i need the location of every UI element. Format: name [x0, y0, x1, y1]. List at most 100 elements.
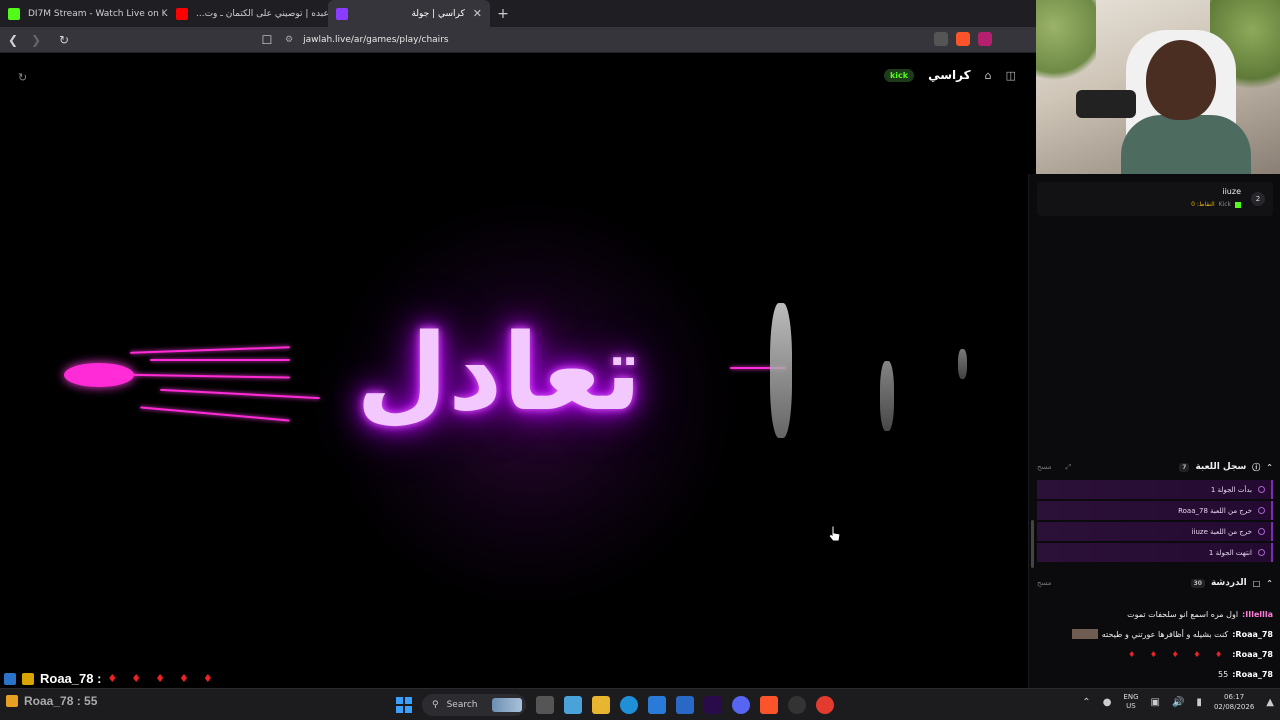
kick-badge: kick: [883, 68, 915, 82]
chat-username[interactable]: Roaa_78:: [1232, 630, 1273, 639]
overlay-hearts: ♦♦♦♦♦: [107, 672, 227, 685]
brave-rewards-icon[interactable]: [978, 32, 992, 46]
overlay-username: Roaa_78 :: [40, 671, 102, 686]
player-rank: 2: [1251, 192, 1265, 206]
new-tab-button[interactable]: +: [490, 6, 516, 22]
log-item: iiuze خرج من اللعبة: [1037, 522, 1273, 541]
forward-icon[interactable]: ❯: [26, 33, 46, 47]
player-points: النقاط: 0: [1191, 201, 1215, 208]
obs-icon[interactable]: [788, 696, 806, 714]
chat-message: Roaa_78: 55: [1037, 664, 1273, 684]
translate-icon[interactable]: [934, 32, 948, 46]
pink-streak: [130, 346, 290, 354]
chevron-up-icon[interactable]: ⌃: [1266, 463, 1273, 472]
battery-icon[interactable]: ▮: [1196, 697, 1202, 708]
chat-clear-button[interactable]: مسح: [1037, 579, 1052, 587]
chat-message: IIlellla: اول مره اسمع انو سلحفات تموت: [1037, 604, 1273, 624]
tab-youtube-song[interactable]: محمد عبده | توصيني على الكتمان ـ وت...: [168, 0, 328, 27]
log-dot-icon: [1258, 549, 1265, 556]
edge-icon[interactable]: [620, 696, 638, 714]
premiere-icon[interactable]: [704, 696, 722, 714]
chat-username[interactable]: Roaa_78:: [1232, 670, 1273, 679]
sub-badge-icon: [4, 672, 16, 685]
address-bar: ❮ ❯ ↻ ☐ ⚙ jawlah.live/ar/games/play/chai…: [0, 27, 1036, 53]
log-item: Roaa_78 خرج من اللعبة: [1037, 501, 1273, 520]
jawlah-favicon-icon: [336, 7, 348, 20]
webcam-feed: [1036, 0, 1280, 174]
chat-message: Roaa_78: كنت بشيله و أظافرها عورتني و طي…: [1037, 624, 1273, 644]
game-title: كراسي: [928, 68, 971, 82]
youtube-favicon-icon: [176, 7, 188, 20]
back-icon[interactable]: ❮: [3, 33, 23, 47]
chevron-up-icon[interactable]: ⌃: [1266, 579, 1273, 588]
notification-icon[interactable]: ▲: [1266, 697, 1274, 708]
pink-streak: [109, 373, 291, 379]
browser-tab-bar: DI7M Stream - Watch Live on Kick محمد عب…: [0, 0, 1036, 27]
bookmark-icon[interactable]: ☐: [257, 33, 277, 47]
kick-favicon-icon: [8, 7, 20, 20]
microphone-icon[interactable]: ●: [1103, 697, 1112, 708]
streamer-head-shape: [1146, 40, 1216, 120]
chat-count: 30: [1190, 578, 1205, 588]
tab-kick-stream[interactable]: DI7M Stream - Watch Live on Kick: [0, 0, 168, 27]
smoke-shape: [880, 361, 894, 431]
game-log-clear-button[interactable]: مسح: [1037, 463, 1052, 472]
chat-title: الدردشة: [1210, 578, 1247, 588]
outlook-icon[interactable]: [676, 696, 694, 714]
sidebar-toggle-icon[interactable]: ◫: [1006, 69, 1016, 82]
crown-badge-icon: [22, 672, 34, 685]
copilot-icon[interactable]: [564, 696, 582, 714]
taskbar-apps: ⚲ Search: [396, 694, 834, 716]
chat-header[interactable]: مسح 30 الدردشة □ ⌃: [1037, 576, 1273, 590]
weather-icon[interactable]: [6, 695, 18, 707]
game-side-panel: 2 iiuze النقاط: 0 Kick مسح ⤢ 7 سجل اللعب…: [1028, 174, 1280, 688]
pink-streak: [150, 359, 290, 361]
taskbar-overlay-text: Roaa_78 : 55: [24, 694, 98, 708]
brave-icon[interactable]: [760, 696, 778, 714]
store-icon[interactable]: [648, 696, 666, 714]
file-explorer-icon[interactable]: [592, 696, 610, 714]
taskbar-search[interactable]: ⚲ Search: [422, 694, 526, 716]
volume-icon[interactable]: 🔊: [1172, 697, 1184, 708]
url-field[interactable]: ⚙ jawlah.live/ar/games/play/chairs: [285, 32, 449, 48]
kick-icon: [1235, 201, 1241, 208]
reload-icon[interactable]: ↻: [54, 33, 74, 47]
panel-scrollbar[interactable]: [1031, 520, 1034, 568]
tab-title: كراسي | جولة: [411, 8, 465, 19]
chat-text: اول مره اسمع انو سلحفات تموت: [1127, 609, 1239, 619]
system-tray: ⌃ ● ENG US ▣ 🔊 ▮ 06:17 02/08/2026 ▲: [1082, 692, 1274, 712]
game-header: kick كراسي ⌂ ◫: [883, 68, 1016, 82]
log-dot-icon: [1258, 486, 1265, 493]
home-icon[interactable]: ⌂: [985, 69, 992, 82]
windows-taskbar: Roaa_78 : 55 ⚲ Search ⌃ ● ENG US ▣ 🔊 ▮ 0…: [0, 688, 1280, 720]
tab-title: محمد عبده | توصيني على الكتمان ـ وت...: [196, 8, 328, 19]
chat-text: 55: [1218, 669, 1229, 679]
discord-icon[interactable]: [732, 696, 750, 714]
chat-message: Roaa_78: ♦ ♦ ♦ ♦ ♦: [1037, 644, 1273, 664]
task-view-icon[interactable]: [536, 696, 554, 714]
player-card[interactable]: 2 iiuze النقاط: 0 Kick: [1037, 182, 1273, 216]
site-settings-icon[interactable]: ⚙: [285, 35, 293, 45]
chrome-icon[interactable]: [816, 696, 834, 714]
game-log-header[interactable]: مسح ⤢ 7 سجل اللعبة ⓘ ⌃: [1037, 460, 1273, 474]
brave-shield-icon[interactable]: [956, 32, 970, 46]
info-icon: ⓘ: [1252, 462, 1261, 472]
player-meta: النقاط: 0 Kick: [1191, 201, 1241, 208]
expand-icon[interactable]: ⤢: [1066, 463, 1072, 472]
microphone-shape: [1076, 90, 1136, 118]
game-log-count: 7: [1179, 462, 1190, 472]
windows-start-icon[interactable]: [396, 697, 412, 713]
tab-jawlah-chairs[interactable]: كراسي | جولة ✕: [328, 0, 490, 27]
mouse-pointer-icon: [828, 525, 841, 542]
tray-chevron-icon[interactable]: ⌃: [1082, 697, 1090, 708]
close-tab-icon[interactable]: ✕: [473, 7, 482, 20]
language-indicator[interactable]: ENG US: [1123, 693, 1138, 711]
network-icon[interactable]: ▣: [1151, 697, 1160, 708]
player-platform: Kick: [1218, 201, 1231, 208]
taskbar-clock[interactable]: 06:17 02/08/2026: [1214, 692, 1254, 712]
log-item: بدأت الجولة 1: [1037, 480, 1273, 499]
chat-messages: IIlellla: اول مره اسمع انو سلحفات تموت R…: [1037, 604, 1273, 684]
chat-username[interactable]: IIlellla:: [1242, 610, 1273, 619]
chat-username[interactable]: Roaa_78:: [1232, 650, 1273, 659]
refresh-icon[interactable]: ↻: [18, 71, 27, 84]
